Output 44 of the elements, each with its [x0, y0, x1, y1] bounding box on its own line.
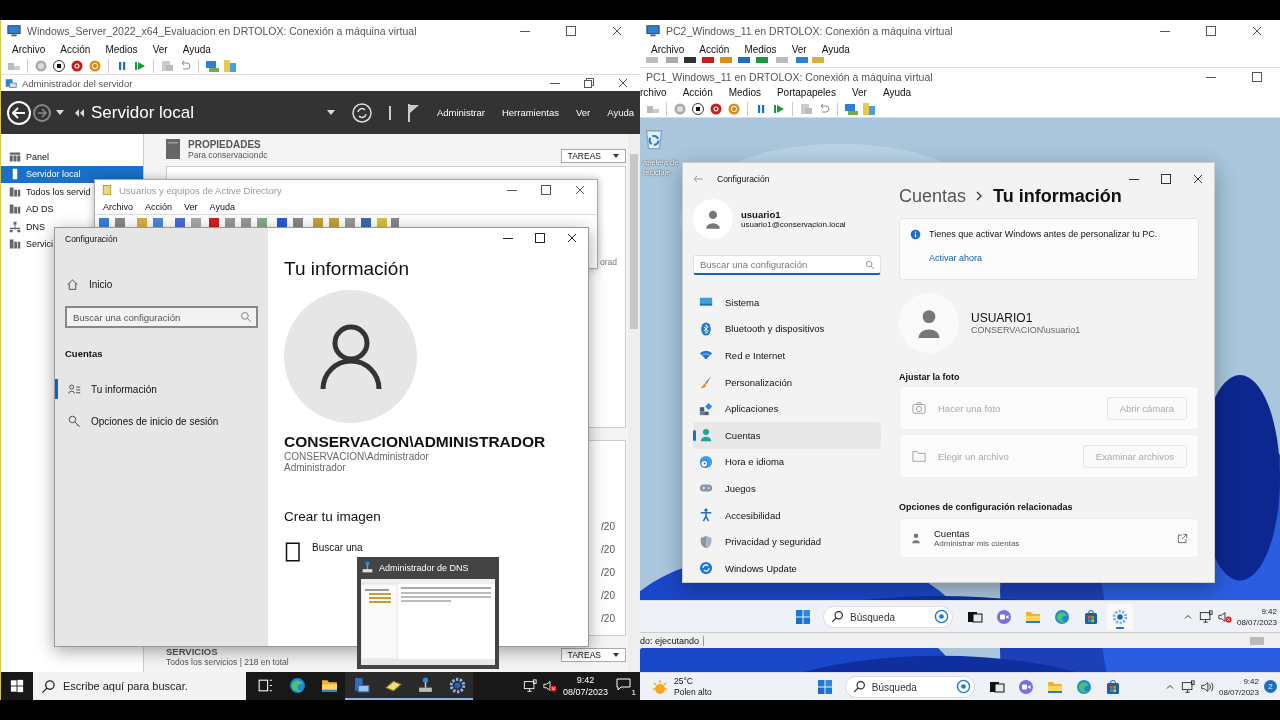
section-title: Cuentas: [65, 348, 104, 359]
status-text: do: ejecutando: [640, 635, 705, 646]
window-title: PC1_Windows_11 en DRTOLOX: Conexión a máquina virtual: [646, 70, 934, 83]
section-title: Crear tu imagen: [284, 509, 382, 524]
table-cell: /20: [601, 590, 615, 601]
section-title: Ajustar la foto: [899, 372, 961, 382]
account-id: CONSERVACION\usuario1: [971, 325, 1081, 335]
window-title: Configuración: [65, 233, 119, 246]
account-name: USUARIO1: [971, 311, 1034, 325]
link-subtitle: Administrar mis cuentas: [934, 539, 1021, 548]
table-cell: /20: [601, 544, 615, 555]
section-title: PROPIEDADES: [188, 139, 262, 150]
clock-time: 9:42: [576, 674, 595, 686]
page-title: Tu información: [993, 185, 1122, 207]
clock-date: 08/07/2023: [562, 686, 608, 698]
clock-time: 9:42: [1243, 675, 1259, 687]
window-title: Windows_Server_2022_x64_Evaluacion en DRTOLOX: Conexión a máquina virtual: [27, 25, 418, 37]
user-name: usuario1: [741, 209, 782, 220]
window-title: Usuarios y equipos de Active Directory: [119, 184, 283, 196]
window-title: Configuración: [717, 174, 771, 184]
clock-date: 08/07/2023: [1236, 616, 1277, 628]
window-title: PC2_Windows_11 en DRTOLOX: Conexión a máquina virtual: [666, 25, 954, 37]
section-subtitle: Todos los servicios | 218 en total: [166, 657, 289, 667]
link-title: Cuentas: [934, 528, 971, 539]
account-id: CONSERVACION\Administrador: [284, 451, 430, 462]
window-title: Administrador del servidor: [22, 77, 134, 89]
setting-label: Elegir un archivo: [938, 450, 1010, 462]
table-cell-text: orad: [600, 257, 617, 269]
table-cell: /20: [601, 613, 615, 624]
account-role: Administrador: [284, 462, 347, 473]
clock-time: 9:42: [1261, 605, 1277, 617]
user-email: usuario1@conservacion.local: [741, 220, 846, 229]
setting-label: Hacer una foto: [938, 402, 1002, 414]
clock-date: 08/07/2023: [1218, 686, 1259, 698]
window-title: Administrador de DNS: [379, 562, 469, 573]
section-title: Opciones de configuración relacionadas: [899, 502, 1074, 512]
table-cell: /20: [601, 567, 615, 578]
section-subtitle: Para conservaciondc: [188, 150, 268, 160]
page-title: Tu información: [284, 258, 410, 280]
notice-text: Tienes que activar Windows antes de personalizar tu PC.: [929, 229, 1158, 239]
table-cell: /20: [601, 521, 615, 532]
account-name: CONSERVACION\ADMINISTRADOR: [284, 433, 547, 451]
page-title: Servidor local: [91, 102, 194, 123]
section-title: SERVICIOS: [166, 646, 219, 657]
